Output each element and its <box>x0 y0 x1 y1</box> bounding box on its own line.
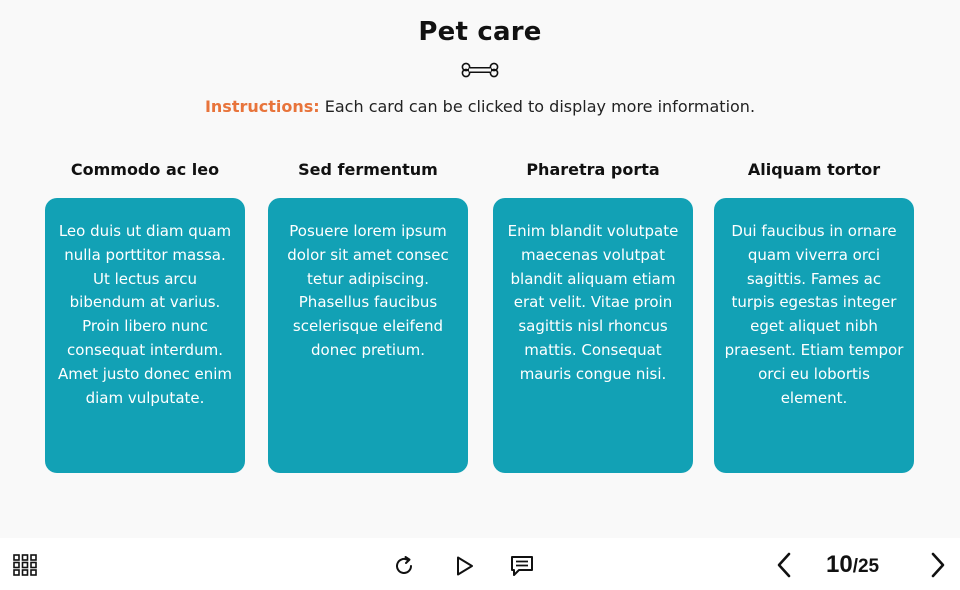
info-card[interactable]: Dui faucibus in ornare quam viverra orci… <box>714 198 914 473</box>
card-column-2: Sed fermentum Posuere lorem ipsum dolor … <box>258 158 478 473</box>
current-page: 10 <box>826 551 853 578</box>
instructions-text: Each card can be clicked to display more… <box>319 97 756 116</box>
card-column-4: Aliquam tortor Dui faucibus in ornare qu… <box>704 158 924 473</box>
page-title: Pet care <box>418 17 542 47</box>
info-card[interactable]: Leo duis ut diam quam nulla porttitor ma… <box>45 198 245 473</box>
info-card[interactable]: Posuere lorem ipsum dolor sit amet conse… <box>268 198 468 473</box>
page-counter: 10/25 <box>826 550 879 580</box>
play-icon <box>457 556 473 576</box>
chevron-left-icon <box>777 552 791 578</box>
card-heading: Commodo ac leo <box>70 160 220 179</box>
card-heading: Pharetra porta <box>526 160 660 179</box>
transcript-button[interactable] <box>507 552 537 580</box>
player-toolbar: 10/25 <box>0 538 960 590</box>
info-card[interactable]: Enim blandit volutpate maecenas volutpat… <box>493 198 693 473</box>
previous-button[interactable] <box>770 550 798 580</box>
card-heading: Sed fermentum <box>298 160 438 179</box>
instructions: Instructions: Each card can be clicked t… <box>0 97 960 116</box>
chevron-right-icon <box>931 552 945 578</box>
replay-button[interactable] <box>390 552 418 580</box>
play-button[interactable] <box>450 552 478 580</box>
replay-icon <box>396 556 412 574</box>
transcript-icon <box>511 556 533 576</box>
bone-icon <box>461 62 499 78</box>
slide-stage: Pet care Instructions: Each card can be … <box>0 0 960 538</box>
grid-menu-icon <box>13 554 37 576</box>
card-heading: Aliquam tortor <box>747 160 881 179</box>
menu-button[interactable] <box>10 552 40 578</box>
card-column-1: Commodo ac leo Leo duis ut diam quam nul… <box>35 158 255 473</box>
card-column-3: Pharetra porta Enim blandit volutpate ma… <box>483 158 703 473</box>
instructions-label: Instructions: <box>204 97 320 116</box>
total-pages: 25 <box>857 556 880 577</box>
next-button[interactable] <box>924 550 952 580</box>
